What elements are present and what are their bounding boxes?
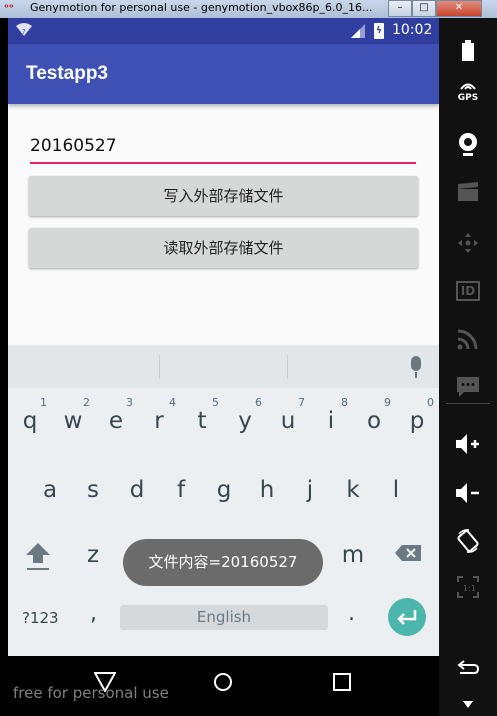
key-hint: 6	[255, 396, 262, 409]
window-title-bar: ᵒᵒ Genymotion for personal use - genymot…	[0, 0, 497, 18]
android-back-icon[interactable]	[439, 659, 497, 679]
text-input[interactable]: 20160527	[30, 130, 416, 164]
genymotion-logo-icon: ᵒᵒ	[4, 3, 14, 14]
key-e[interactable]: e	[95, 408, 137, 434]
key-t[interactable]: t	[181, 408, 223, 434]
battery-charging-icon: ϟ	[374, 23, 384, 39]
app-title: Testapp3	[26, 63, 109, 84]
watermark-text: free for personal use	[13, 684, 169, 702]
webcam-icon[interactable]	[439, 132, 497, 162]
window-title: Genymotion for personal use - genymotion…	[30, 1, 373, 14]
gps-label: GPS	[457, 93, 479, 103]
key-p[interactable]: p	[396, 408, 438, 434]
key-hint: 1	[40, 396, 47, 409]
key-g[interactable]: g	[203, 477, 245, 503]
backspace-icon[interactable]	[394, 544, 422, 562]
gps-icon[interactable]: GPS	[439, 80, 497, 103]
symbols-key[interactable]: ?123	[22, 609, 59, 627]
panel-scroll-down-icon[interactable]	[439, 694, 497, 713]
suggestion-strip	[8, 345, 439, 388]
dpad-icon[interactable]	[439, 232, 497, 258]
key-hint: 3	[126, 396, 133, 409]
suggestion-divider	[287, 355, 288, 379]
write-external-file-button[interactable]: 写入外部存储文件	[29, 176, 418, 216]
toast-message: 文件内容=20160527	[123, 539, 323, 586]
comma-key[interactable]: ,	[90, 601, 97, 626]
volume-down-icon[interactable]	[439, 482, 497, 508]
key-hint: 7	[298, 396, 305, 409]
key-q[interactable]: q	[9, 408, 51, 434]
rotate-icon[interactable]	[439, 528, 497, 558]
sms-icon[interactable]	[439, 376, 497, 402]
svg-text:?: ?	[22, 28, 26, 36]
period-key[interactable]: .	[348, 601, 355, 626]
enter-key-icon[interactable]	[388, 598, 426, 636]
key-w[interactable]: w	[52, 408, 94, 434]
read-external-file-button[interactable]: 读取外部存储文件	[29, 228, 418, 268]
svg-text:1:1: 1:1	[463, 584, 476, 593]
panel-divider	[439, 403, 497, 404]
wifi-question-icon: ?	[16, 23, 32, 40]
key-o[interactable]: o	[353, 408, 395, 434]
key-hint: 8	[341, 396, 348, 409]
close-window-button[interactable]: ✕	[436, 0, 482, 17]
soft-keyboard: q w e r t y u i o p 1 2 3 4 5 6 7 8 9 0 …	[8, 345, 439, 656]
key-f[interactable]: f	[160, 477, 202, 503]
key-z[interactable]: z	[72, 542, 114, 568]
status-bar: ? ϟ 10:02	[8, 18, 439, 44]
genymotion-side-panel: GPS ID 1:1	[439, 18, 497, 716]
android-screen: ? ϟ 10:02 Testapp3 20160527 写入外部存储文件 读取外…	[8, 18, 439, 656]
key-r[interactable]: r	[138, 408, 180, 434]
microphone-icon[interactable]	[411, 356, 421, 378]
network-icon[interactable]	[439, 328, 497, 354]
key-y[interactable]: y	[224, 408, 266, 434]
minimize-button[interactable]: –	[388, 0, 412, 17]
key-u[interactable]: u	[267, 408, 309, 434]
key-hint: 2	[83, 396, 90, 409]
clapperboard-icon[interactable]	[439, 182, 497, 206]
device-id-icon[interactable]: ID	[439, 280, 497, 301]
pixel-perfect-icon[interactable]: 1:1	[439, 576, 497, 602]
circle-home-icon[interactable]	[213, 672, 233, 696]
key-hint: 0	[427, 396, 434, 409]
maximize-button[interactable]: □	[412, 0, 436, 17]
shift-icon[interactable]	[25, 541, 51, 571]
battery-icon[interactable]	[439, 40, 497, 66]
key-hint: 9	[384, 396, 391, 409]
key-i[interactable]: i	[310, 408, 352, 434]
key-h[interactable]: h	[246, 477, 288, 503]
key-m[interactable]: m	[332, 542, 374, 568]
key-k[interactable]: k	[332, 477, 374, 503]
id-label: ID	[455, 281, 481, 301]
key-hint: 4	[169, 396, 176, 409]
suggestion-divider	[159, 355, 160, 379]
key-a[interactable]: a	[29, 477, 71, 503]
key-j[interactable]: j	[289, 477, 331, 503]
space-bar[interactable]: English	[120, 605, 328, 630]
status-time: 10:02	[392, 22, 433, 38]
key-d[interactable]: d	[116, 477, 158, 503]
key-l[interactable]: l	[375, 477, 417, 503]
signal-icon	[351, 23, 365, 38]
app-bar: Testapp3	[8, 44, 439, 104]
key-hint: 5	[212, 396, 219, 409]
square-recents-icon[interactable]	[333, 673, 351, 695]
volume-up-icon[interactable]	[439, 433, 497, 459]
key-s[interactable]: s	[72, 477, 114, 503]
